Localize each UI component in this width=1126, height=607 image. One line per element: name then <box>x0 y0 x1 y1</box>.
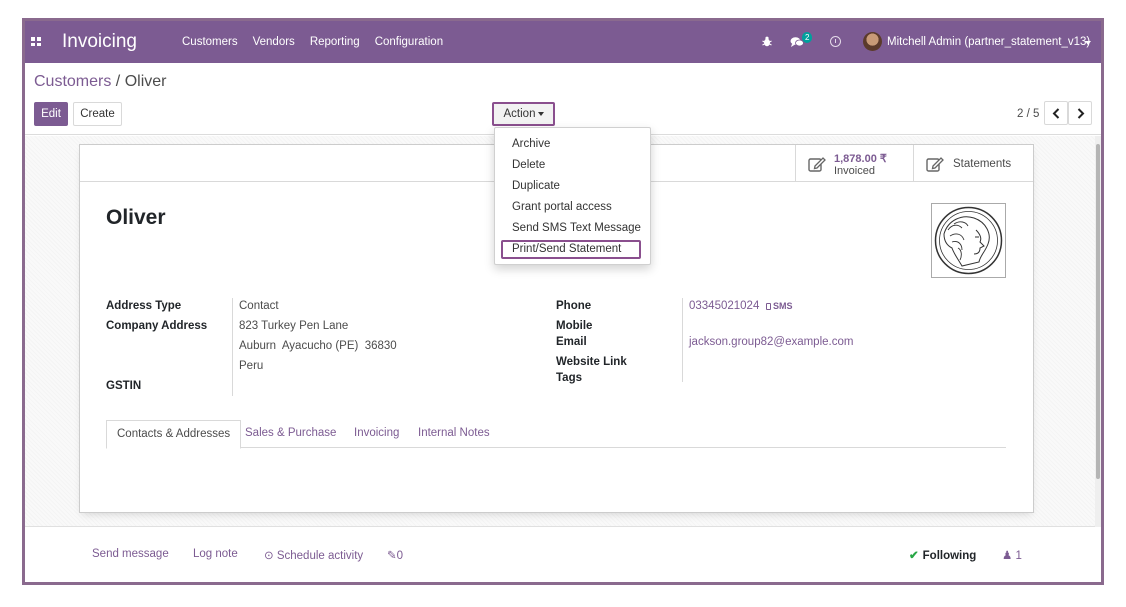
pager-next-button[interactable] <box>1068 101 1092 125</box>
messages-count-badge: 2 <box>802 32 813 43</box>
clock-icon: ⊙ <box>264 550 277 562</box>
breadcrumb-separator: / <box>111 73 125 90</box>
menu-item-send-sms[interactable]: Send SMS Text Message <box>512 222 641 234</box>
breadcrumb-current: Oliver <box>124 73 167 90</box>
user-avatar[interactable] <box>863 32 882 51</box>
log-note-button[interactable]: Log note <box>193 548 238 560</box>
pager-previous-button[interactable] <box>1044 101 1068 125</box>
apps-menu-icon[interactable] <box>31 37 41 46</box>
mobile-label: Mobile <box>556 320 593 332</box>
breadcrumb-customers[interactable]: Customers <box>34 73 111 90</box>
create-button[interactable]: Create <box>73 102 122 126</box>
invoiced-amount: 1,878.00 ₹ <box>834 153 887 165</box>
action-dropdown-button[interactable]: Action <box>492 102 555 126</box>
statements-smart-button[interactable]: Statements <box>913 145 1033 181</box>
email-label: Email <box>556 336 587 348</box>
tab-internal-notes[interactable]: Internal Notes <box>408 420 500 448</box>
menu-item-grant-portal-access[interactable]: Grant portal access <box>512 201 612 213</box>
breadcrumb: Customers / Oliver <box>34 73 166 91</box>
edit-button[interactable]: Edit <box>34 102 68 126</box>
field-separator <box>232 298 233 396</box>
user-menu-name[interactable]: Mitchell Admin (partner_statement_v13) <box>887 36 1090 48</box>
phone-label: Phone <box>556 300 592 312</box>
company-address-label: Company Address <box>106 320 208 332</box>
action-button-label: Action <box>503 108 536 120</box>
control-panel: Customers / Oliver Edit Create Action 2 … <box>25 63 1101 135</box>
statements-label: Statements <box>953 158 1012 170</box>
tags-label: Tags <box>556 372 582 384</box>
pencil-square-icon <box>808 157 826 172</box>
menu-item-archive[interactable]: Archive <box>512 138 550 150</box>
attachments-count: 0 <box>396 550 404 562</box>
partner-avatar-image[interactable] <box>931 203 1006 278</box>
menu-item-vendors[interactable]: Vendors <box>253 36 295 48</box>
caret-down-icon <box>538 112 544 116</box>
checkmark-icon: ✔ <box>909 550 919 562</box>
followers-count: 1 <box>1015 550 1022 562</box>
email-value[interactable]: jackson.group82@example.com <box>689 336 853 348</box>
chevron-left-icon <box>1052 108 1060 119</box>
website-link-label: Website Link <box>556 356 627 368</box>
pager-value[interactable]: 2 / 5 <box>1017 108 1039 120</box>
menu-item-print-send-statement[interactable]: Print/Send Statement <box>512 243 621 255</box>
main-menu: Customers Vendors Reporting Configuratio… <box>182 36 443 48</box>
sms-label: SMS <box>773 301 793 311</box>
followers-button[interactable]: ♟ 1 <box>1002 548 1022 562</box>
field-separator <box>682 298 683 382</box>
portrait-illustration-icon <box>934 206 1003 275</box>
menu-item-customers[interactable]: Customers <box>182 36 238 48</box>
menu-item-reporting[interactable]: Reporting <box>310 36 360 48</box>
tab-contacts-addresses[interactable]: Contacts & Addresses <box>106 420 242 449</box>
top-navbar: Invoicing Customers Vendors Reporting Co… <box>25 21 1101 63</box>
tab-invoicing[interactable]: Invoicing <box>344 420 409 448</box>
menu-item-delete[interactable]: Delete <box>512 159 545 171</box>
gstin-label: GSTIN <box>106 380 142 392</box>
menu-item-configuration[interactable]: Configuration <box>375 36 443 48</box>
partner-name-title[interactable]: Oliver <box>106 206 166 230</box>
follow-button[interactable]: ✔ Following <box>909 548 976 562</box>
activity-clock-icon[interactable] <box>830 36 841 47</box>
send-sms-button[interactable]: SMS <box>766 301 793 311</box>
debug-bug-icon[interactable] <box>762 36 772 47</box>
user-icon: ♟ <box>1002 550 1013 562</box>
send-message-button[interactable]: Send message <box>92 548 169 560</box>
app-window: Invoicing Customers Vendors Reporting Co… <box>22 18 1104 585</box>
vertical-scrollbar[interactable] <box>1095 136 1101 527</box>
action-dropdown-menu: Archive Delete Duplicate Grant portal ac… <box>494 127 651 265</box>
scrollbar-thumb[interactable] <box>1096 144 1100 479</box>
chatter-bar: Send message Log note ⊙ Schedule activit… <box>25 527 1101 582</box>
country-value[interactable]: Peru <box>239 360 263 372</box>
schedule-activity-label: Schedule activity <box>276 550 364 562</box>
menu-item-duplicate[interactable]: Duplicate <box>512 180 560 192</box>
street-value[interactable]: 823 Turkey Pen Lane <box>239 320 348 332</box>
following-label: Following <box>922 550 977 562</box>
chevron-right-icon <box>1077 108 1085 119</box>
address-type-label: Address Type <box>106 300 182 312</box>
pencil-square-icon <box>926 157 944 172</box>
phone-value[interactable]: 03345021024 <box>689 300 759 312</box>
app-title[interactable]: Invoicing <box>62 31 137 53</box>
user-menu-caret-icon[interactable] <box>1085 41 1091 45</box>
invoiced-smart-button[interactable]: 1,878.00 ₹ Invoiced <box>795 145 914 181</box>
schedule-activity-button[interactable]: ⊙ Schedule activity <box>264 548 363 562</box>
invoiced-label: Invoiced <box>834 165 875 177</box>
address-type-value[interactable]: Contact <box>239 300 279 312</box>
notebook-tabs: Contacts & Addresses Sales & Purchase In… <box>106 420 1006 449</box>
mobile-phone-icon <box>766 303 771 310</box>
tab-sales-purchase[interactable]: Sales & Purchase <box>235 420 346 448</box>
city-state-zip-value[interactable]: Auburn Ayacucho (PE) 36830 <box>239 340 397 352</box>
paperclip-icon: ✎ <box>387 550 397 562</box>
attachments-button[interactable]: ✎0 <box>387 548 403 562</box>
